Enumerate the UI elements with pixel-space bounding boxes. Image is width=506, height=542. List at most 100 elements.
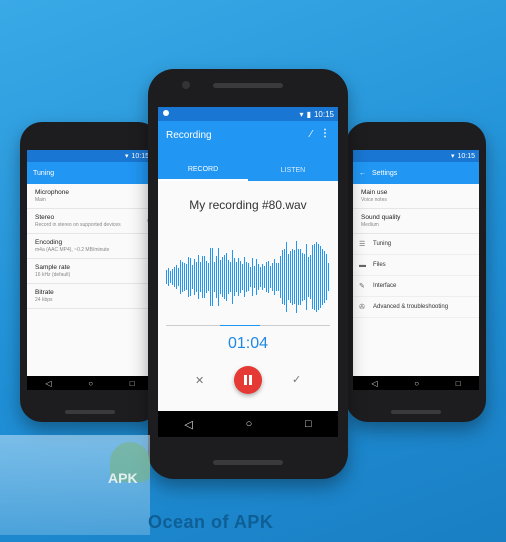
waveform-bar <box>280 255 281 299</box>
pref-title: Sound quality <box>361 214 401 221</box>
home-icon[interactable]: ○ <box>414 379 419 388</box>
save-check-icon[interactable]: ✓ <box>292 373 301 386</box>
page-title: Recording <box>166 130 212 141</box>
row-label: Interface <box>373 283 397 289</box>
waveform-bar <box>292 248 293 306</box>
settings-row-tuning[interactable]: ☰ Tuning <box>353 234 479 255</box>
center-phone: ▾ ▮ 10:15 Recording ⁄ ⋮ RECORD LISTEN My… <box>148 69 348 479</box>
home-icon[interactable]: ○ <box>246 418 253 430</box>
settings-row-files[interactable]: ▬ Files <box>353 255 479 276</box>
waveform-bar <box>234 258 235 296</box>
waveform-bar <box>318 243 319 311</box>
recents-icon[interactable]: □ <box>456 379 461 388</box>
tune-icon: ☰ <box>359 241 366 248</box>
waveform <box>166 237 330 317</box>
earpiece <box>213 83 283 88</box>
waveform-bar <box>216 256 217 298</box>
wrench-icon: ✇ <box>359 304 365 311</box>
page-title: Settings <box>372 169 398 177</box>
waveform-bar <box>324 251 325 303</box>
pref-main-use[interactable]: Main use Voice notes <box>353 184 479 209</box>
waveform-bar <box>206 261 207 293</box>
waveform-bar <box>252 257 253 297</box>
pref-microphone[interactable]: Microphone Main <box>27 184 153 209</box>
pref-title: Microphone <box>35 189 69 196</box>
overflow-menu-icon[interactable]: ⋮ <box>320 128 330 139</box>
waveform-bar <box>284 248 285 306</box>
status-time: 10:15 <box>457 152 475 160</box>
bottom-speaker <box>213 460 283 465</box>
waveform-bar <box>174 266 175 288</box>
wifi-icon: ▾ <box>124 153 129 160</box>
pref-bitrate[interactable]: Bitrate 24 kbps <box>27 284 153 309</box>
waveform-bar <box>274 258 275 296</box>
waveform-bar <box>176 265 177 289</box>
right-phone: ▾ 10:15 ← Settings Main use Voice notes … <box>346 122 486 422</box>
back-icon[interactable]: ◁ <box>184 418 192 431</box>
pref-title: Stereo <box>35 214 55 221</box>
waveform-bar <box>286 241 287 313</box>
waveform-bar <box>328 263 329 291</box>
app-bar: Recording ⁄ ⋮ <box>158 121 338 161</box>
pref-encoding[interactable]: Encoding m4a (AAC MP4), ~0.2 MB/minute <box>27 234 153 259</box>
waveform-bar <box>212 247 213 307</box>
waveform-bar <box>178 268 179 286</box>
pref-title: Main use <box>361 189 388 196</box>
waveform-bar <box>312 244 313 310</box>
waveform-bar <box>230 261 231 293</box>
timer: 01:04 <box>227 335 269 352</box>
recents-icon[interactable]: □ <box>130 379 135 388</box>
magic-wand-icon[interactable]: ⁄ <box>310 129 312 140</box>
pref-sample-rate[interactable]: Sample rate 16 kHz (default) <box>27 259 153 284</box>
app-bar: ← Settings <box>353 162 479 184</box>
pause-button[interactable] <box>234 366 262 394</box>
pref-sub: 16 kHz (default) <box>35 272 71 278</box>
discard-icon[interactable]: ✕ <box>195 374 204 387</box>
file-name: My recording #80.wav <box>189 198 307 212</box>
waveform-bar <box>180 259 181 295</box>
status-time: 10:15 <box>313 109 334 119</box>
pref-sound-quality[interactable]: Sound quality Medium <box>353 209 479 234</box>
waveform-bar <box>224 254 225 300</box>
settings-row-interface[interactable]: ✎ Interface <box>353 276 479 297</box>
waveform-bar <box>250 266 251 288</box>
pause-icon-bar <box>249 375 252 385</box>
brush-icon: ✎ <box>359 283 365 290</box>
pref-sub: Main <box>35 197 46 203</box>
waveform-bar <box>192 264 193 290</box>
waveform-bar <box>314 243 315 311</box>
progress-line <box>166 325 330 326</box>
status-time: 10:15 <box>131 152 149 160</box>
pref-sub: m4a (AAC MP4), ~0.2 MB/minute <box>35 247 110 253</box>
tab-listen[interactable]: LISTEN <box>248 161 338 181</box>
waveform-bar <box>240 261 241 293</box>
pref-sub: Voice notes <box>361 197 387 203</box>
settings-list: Main use Voice notes Sound quality Mediu… <box>353 184 479 318</box>
waveform-bar <box>276 263 277 291</box>
waveform-bar <box>202 255 203 299</box>
home-icon[interactable]: ○ <box>88 379 93 388</box>
waveform-bar <box>200 262 201 292</box>
recents-icon[interactable]: □ <box>305 418 312 430</box>
back-icon[interactable]: ◁ <box>45 379 51 388</box>
waveform-bar <box>238 257 239 297</box>
waveform-bar <box>282 249 283 305</box>
tab-record[interactable]: RECORD <box>158 161 248 181</box>
waveform-bar <box>172 268 173 286</box>
waveform-bar <box>182 261 183 293</box>
waveform-bar <box>254 265 255 289</box>
settings-row-advanced[interactable]: ✇ Advanced & troubleshooting <box>353 297 479 318</box>
folder-icon: ▬ <box>359 261 366 269</box>
back-arrow-icon[interactable]: ← <box>359 170 366 177</box>
back-icon[interactable]: ◁ <box>371 379 377 388</box>
speaker-grille <box>391 410 441 414</box>
nav-bar: ◁ ○ □ <box>353 376 479 390</box>
waveform-bar <box>208 262 209 292</box>
waveform-bar <box>194 258 195 296</box>
watermark-logo: APK <box>100 438 160 498</box>
waveform-bar <box>278 262 279 292</box>
tab-bar: RECORD LISTEN <box>158 161 338 181</box>
pref-stereo[interactable]: Stereo Record in stereo on supported dev… <box>27 209 153 234</box>
speaker-grille <box>65 410 115 414</box>
status-bar: ▾ 10:15 <box>27 150 153 162</box>
